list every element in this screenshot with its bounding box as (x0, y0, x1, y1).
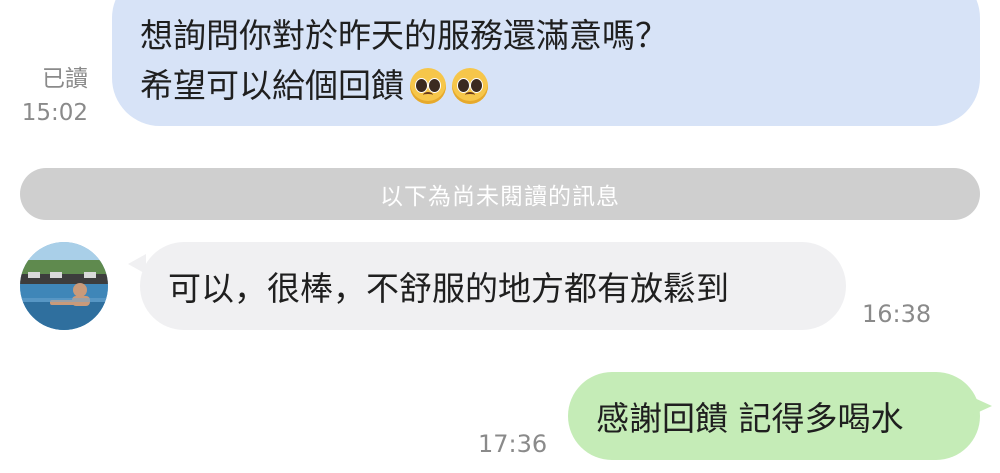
message-text-line: 希望可以給個回饋 (140, 66, 488, 106)
chat-screen: 已讀 15:02 想詢問你對於昨天的服務還滿意嗎？ 希望可以給個回饋 以下為尚未… (0, 0, 1000, 473)
unread-messages-divider: 以下為尚未閱讀的訊息 (20, 168, 980, 220)
message-time: 16:38 (862, 300, 932, 328)
incoming-message-bubble[interactable]: 可以，很棒，不舒服的地方都有放鬆到 (140, 242, 846, 330)
avatar[interactable] (20, 242, 108, 330)
outgoing-message-bubble[interactable]: 想詢問你對於昨天的服務還滿意嗎？ 希望可以給個回饋 (112, 0, 980, 126)
pleading-face-emoji-icon (452, 68, 488, 104)
message-time: 15:02 (21, 100, 88, 126)
read-receipt: 已讀 15:02 (22, 62, 88, 130)
avatar-photo-icon (20, 242, 108, 330)
pleading-face-emoji-icon (410, 68, 446, 104)
outgoing-message-bubble[interactable]: 感謝回饋 記得多喝水 (568, 372, 980, 460)
message-time: 17:36 (478, 430, 548, 458)
bubble-tail (970, 396, 992, 416)
message-text: 希望可以給個回饋 (140, 66, 404, 105)
message-text-line: 想詢問你對於昨天的服務還滿意嗎？ (140, 16, 668, 55)
read-status-label: 已讀 (42, 66, 88, 92)
